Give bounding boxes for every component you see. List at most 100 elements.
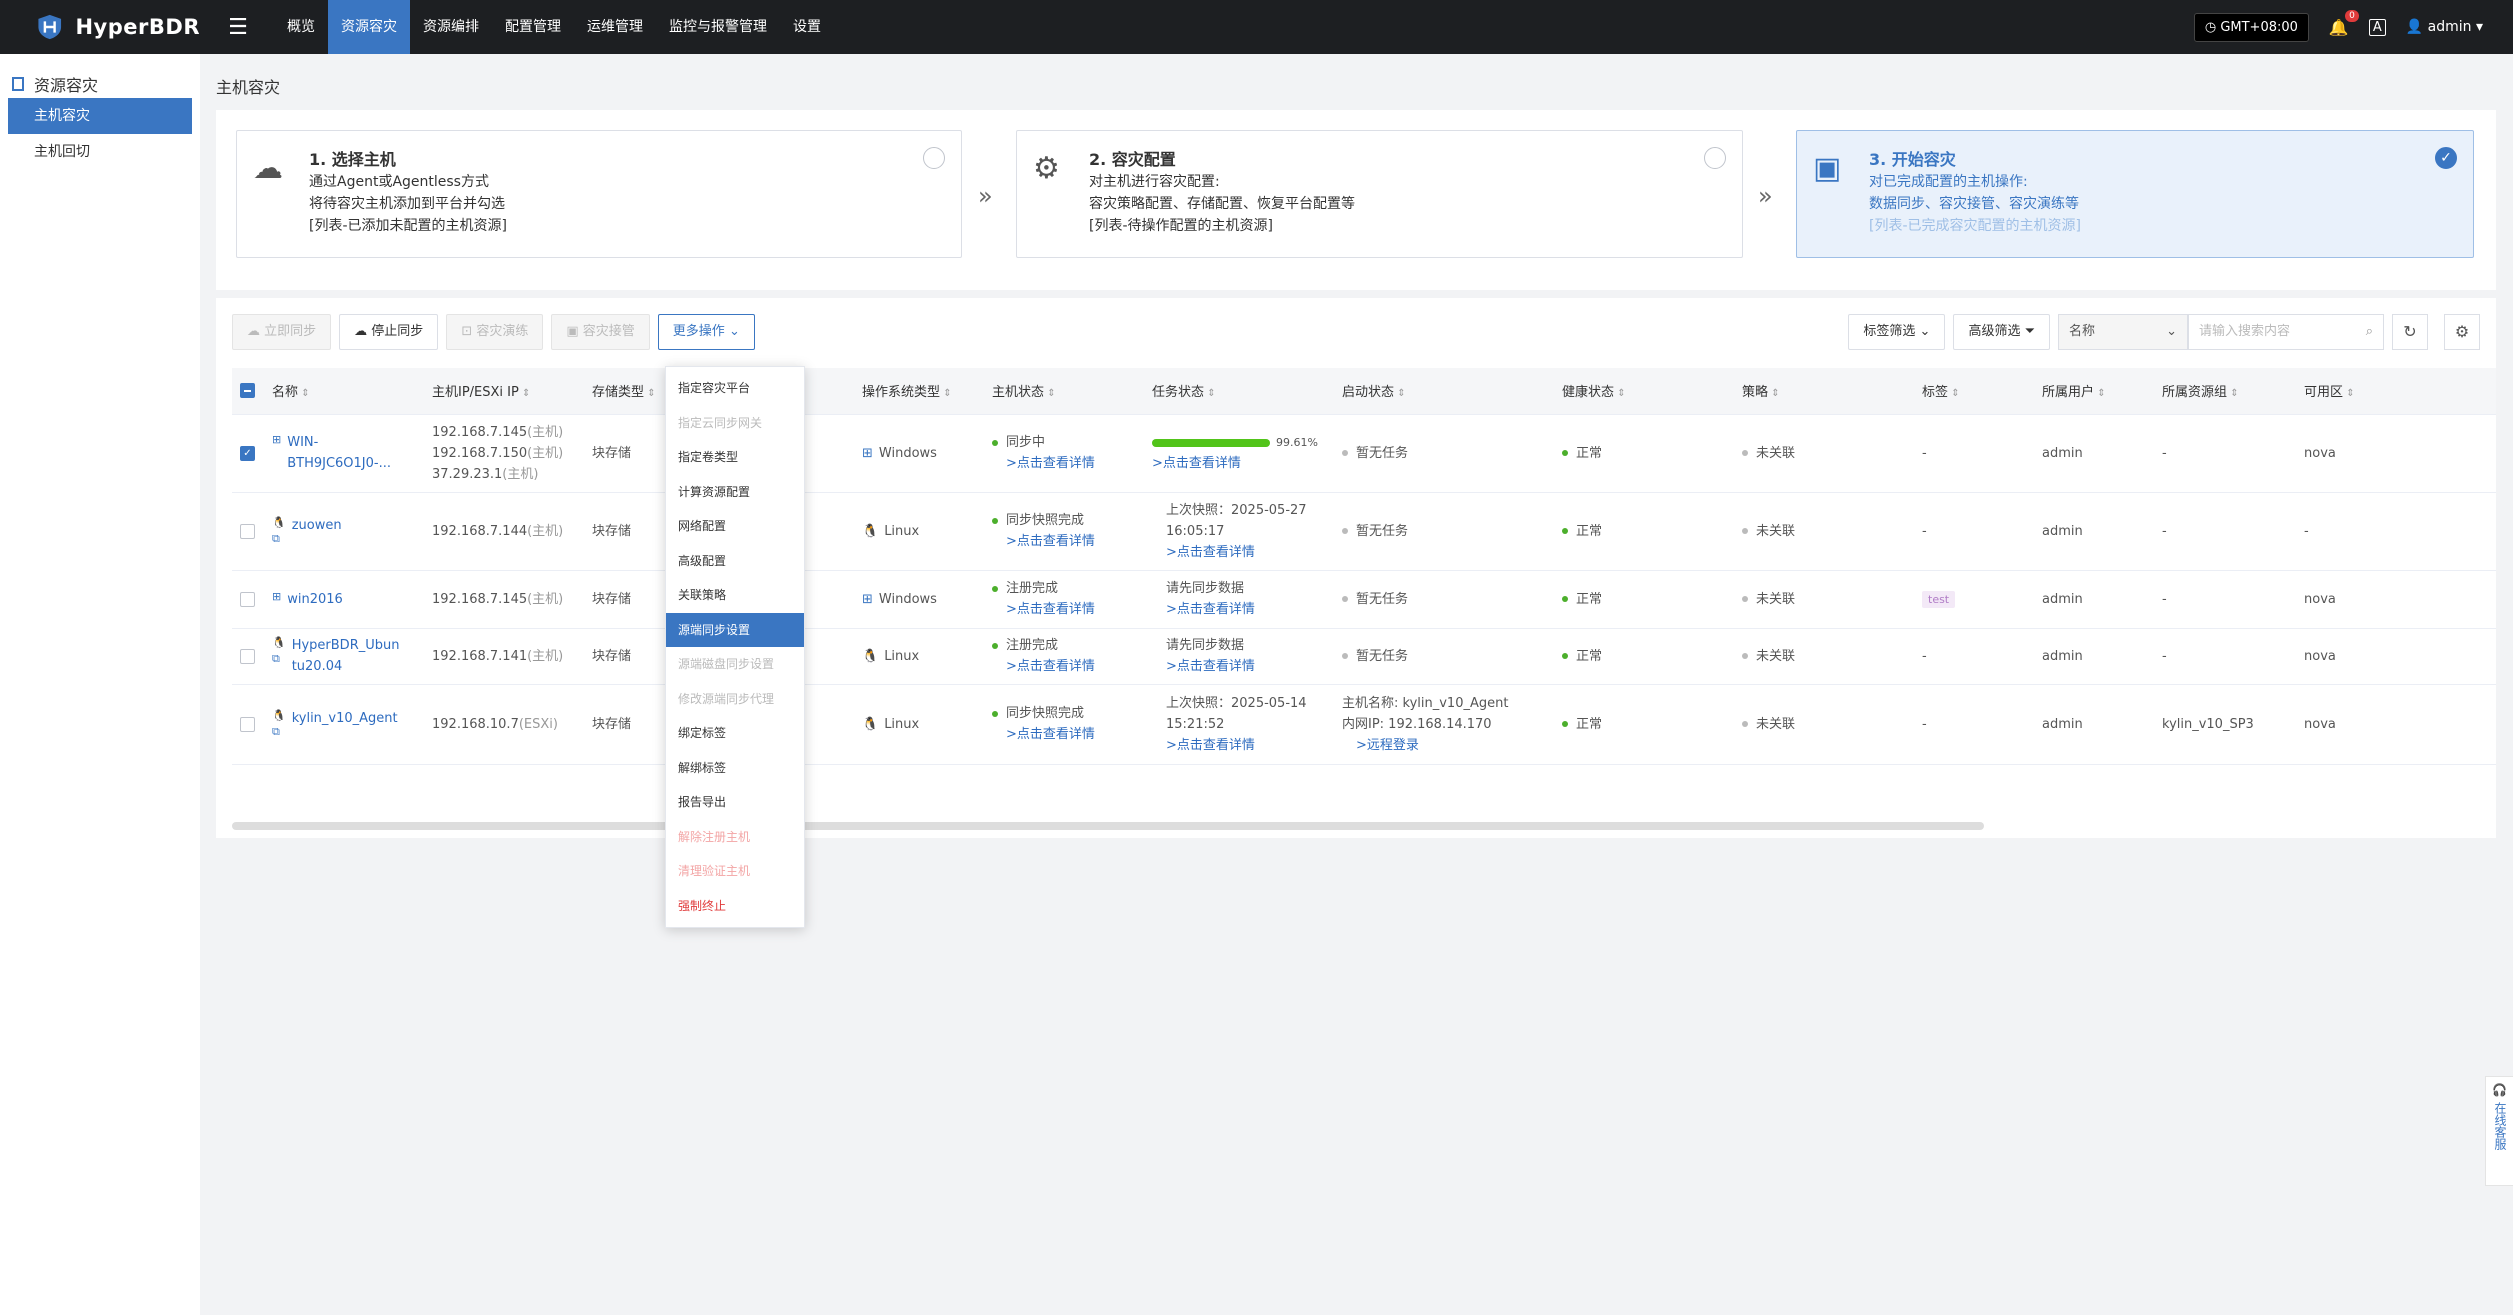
host-name-link[interactable]: HyperBDR_Ubun	[292, 638, 400, 653]
column-header[interactable]: 任务状态 ⇕	[1144, 368, 1334, 415]
column-header[interactable]: 所属用户 ⇕	[2034, 368, 2154, 415]
column-header[interactable]: 所属资源组 ⇕	[2154, 368, 2296, 415]
column-header[interactable]: 启动状态 ⇕	[1334, 368, 1554, 415]
row-checkbox[interactable]	[240, 716, 255, 732]
menu-item-13[interactable]: 解除注册主机	[666, 820, 804, 855]
step-dr-config[interactable]: ⚙ 2. 容灾配置 对主机进行容灾配置: 容灾策略配置、存储配置、恢复平台配置等…	[1016, 130, 1743, 258]
horizontal-scrollbar[interactable]	[232, 822, 1984, 830]
sidebar-item-host-dr[interactable]: 主机容灾	[8, 98, 192, 134]
task-detail-link[interactable]: >点击查看详情	[1166, 738, 1255, 753]
host-detail-link[interactable]: >点击查看详情	[1006, 534, 1095, 549]
select-all-checkbox[interactable]	[240, 383, 255, 399]
sync-now-button[interactable]: ☁ 立即同步	[232, 314, 332, 350]
sort-icon[interactable]: ⇕	[1768, 388, 1779, 399]
menu-item-6[interactable]: 关联策略	[666, 578, 804, 613]
stop-sync-button[interactable]: ☁ 停止同步	[339, 314, 439, 350]
user-menu[interactable]: 👤 admin ▾	[2406, 19, 2483, 35]
menu-item-14[interactable]: 清理验证主机	[666, 854, 804, 889]
sort-icon[interactable]: ⇕	[940, 388, 951, 399]
nav-item-4[interactable]: 运维管理	[574, 0, 656, 54]
menu-item-12[interactable]: 报告导出	[666, 785, 804, 820]
host-detail-link[interactable]: >点击查看详情	[1006, 602, 1095, 617]
table-row[interactable]: ✓ ⊞ WIN- BTH9JC6O1J0-... 192.168.7.145(主机…	[232, 414, 2496, 493]
table-row[interactable]: 🐧 ⧉ kylin_v10_Agent 192.168.10.7(ESXi) 块存…	[232, 684, 2496, 765]
step-radio[interactable]	[1704, 147, 1726, 169]
menu-item-9[interactable]: 修改源端同步代理	[666, 682, 804, 717]
column-header[interactable]: 标签 ⇕	[1914, 368, 2034, 415]
column-header[interactable]: 主机状态 ⇕	[984, 368, 1144, 415]
search-field-select[interactable]: 名称 ⌄	[2058, 314, 2188, 350]
row-checkbox[interactable]: ✓	[240, 445, 255, 461]
row-checkbox[interactable]	[240, 523, 255, 539]
nav-item-0[interactable]: 概览	[274, 0, 328, 54]
app-logo[interactable]: HyperBDR	[0, 10, 200, 44]
dr-drill-button[interactable]: ⊡ 容灾演练	[446, 314, 544, 350]
column-header[interactable]: 名称 ⇕	[264, 368, 424, 415]
nav-item-2[interactable]: 资源编排	[410, 0, 492, 54]
sort-icon[interactable]: ⇕	[2343, 388, 2354, 399]
menu-toggle-icon[interactable]: ☰	[214, 15, 262, 40]
bell-icon[interactable]: 🔔 0	[2329, 9, 2359, 37]
table-row[interactable]: ⊞ win2016 192.168.7.145(主机) 块存储 ⊞ Windows…	[232, 570, 2496, 629]
task-detail-link[interactable]: >点击查看详情	[1152, 456, 1241, 471]
remote-login-link[interactable]: >远程登录	[1356, 738, 1419, 753]
tag-filter-button[interactable]: 标签筛选 ⌄	[1848, 314, 1946, 350]
host-name-link[interactable]: win2016	[287, 592, 343, 607]
advanced-filter-button[interactable]: 高级筛选 ⏷	[1953, 314, 2050, 350]
task-detail-link[interactable]: >点击查看详情	[1166, 602, 1255, 617]
step-select-host[interactable]: ☁ 1. 选择主机 通过Agent或Agentless方式 将待容灾主机添加到平…	[236, 130, 962, 258]
gear-icon[interactable]: ⚙	[2444, 314, 2480, 350]
column-header[interactable]: 主机IP/ESXi IP ⇕	[424, 368, 584, 415]
menu-item-4[interactable]: 网络配置	[666, 509, 804, 544]
task-detail-link[interactable]: >点击查看详情	[1166, 659, 1255, 674]
sort-icon[interactable]: ⇕	[298, 388, 309, 399]
refresh-icon[interactable]: ↻	[2392, 314, 2428, 350]
column-header[interactable]: 策略 ⇕	[1734, 368, 1914, 415]
column-header[interactable]: 健康状态 ⇕	[1554, 368, 1734, 415]
host-name-link[interactable]: zuowen	[292, 518, 342, 533]
dr-takeover-button[interactable]: ▣ 容灾接管	[551, 314, 650, 350]
row-checkbox[interactable]	[240, 591, 255, 607]
menu-item-5[interactable]: 高级配置	[666, 544, 804, 579]
sort-icon[interactable]: ⇕	[519, 388, 530, 399]
sort-icon[interactable]: ⇕	[1394, 388, 1405, 399]
task-detail-link[interactable]: >点击查看详情	[1166, 545, 1255, 560]
step-start-dr[interactable]: ▣ 3. 开始容灾 对已完成配置的主机操作: 数据同步、容灾接管、容灾演练等 […	[1796, 130, 2474, 258]
menu-item-11[interactable]: 解绑标签	[666, 751, 804, 786]
menu-item-8[interactable]: 源端磁盘同步设置	[666, 647, 804, 682]
row-checkbox[interactable]	[240, 648, 255, 664]
menu-item-2[interactable]: 指定卷类型	[666, 440, 804, 475]
host-name-link[interactable]: kylin_v10_Agent	[292, 711, 398, 726]
step-radio[interactable]	[923, 147, 945, 169]
sort-icon[interactable]: ⇕	[2227, 388, 2238, 399]
host-detail-link[interactable]: >点击查看详情	[1006, 659, 1095, 674]
sort-icon[interactable]: ⇕	[1614, 388, 1625, 399]
table-row[interactable]: 🐧 ⧉ zuowen 192.168.7.144(主机) 块存储 🐧 Linux 同…	[232, 492, 2496, 571]
column-header[interactable]: 可用区 ⇕	[2296, 368, 2496, 415]
nav-item-1[interactable]: 资源容灾	[328, 0, 410, 54]
customer-service-widget[interactable]: 🎧 在线客服	[2485, 1076, 2513, 1186]
menu-item-3[interactable]: 计算资源配置	[666, 475, 804, 510]
host-name-link-cont[interactable]: BTH9JC6O1J0-...	[287, 456, 391, 471]
sort-icon[interactable]: ⇕	[1948, 388, 1959, 399]
menu-item-10[interactable]: 绑定标签	[666, 716, 804, 751]
nav-item-5[interactable]: 监控与报警管理	[656, 0, 780, 54]
tag-badge[interactable]: test	[1922, 590, 1956, 608]
sort-icon[interactable]: ⇕	[2094, 388, 2105, 399]
nav-item-6[interactable]: 设置	[780, 0, 834, 54]
step-radio-checked[interactable]: ✓	[2435, 147, 2457, 169]
host-name-link-cont[interactable]: tu20.04	[292, 659, 343, 674]
host-detail-link[interactable]: >点击查看详情	[1006, 727, 1095, 742]
menu-item-0[interactable]: 指定容灾平台	[666, 371, 804, 406]
sidebar-item-host-failback[interactable]: 主机回切	[8, 134, 192, 170]
sort-icon[interactable]: ⇕	[1044, 388, 1055, 399]
menu-item-7[interactable]: 源端同步设置	[666, 612, 804, 647]
nav-item-3[interactable]: 配置管理	[492, 0, 574, 54]
timezone-button[interactable]: ◷ GMT+08:00	[2193, 12, 2309, 42]
translate-icon[interactable]: A	[2368, 18, 2386, 36]
host-name-link[interactable]: WIN-	[287, 435, 318, 450]
search-input[interactable]: 请输入搜索内容 ⌕	[2188, 314, 2384, 350]
menu-item-1[interactable]: 指定云同步网关	[666, 406, 804, 441]
host-detail-link[interactable]: >点击查看详情	[1006, 456, 1095, 471]
column-header[interactable]: 操作系统类型 ⇕	[854, 368, 984, 415]
